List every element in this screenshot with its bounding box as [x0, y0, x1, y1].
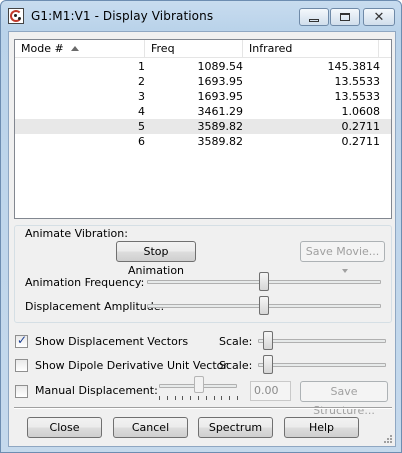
minimize-icon: [309, 18, 319, 22]
dipole-scale-track[interactable]: [258, 363, 386, 367]
mode-cell: 6: [138, 135, 145, 148]
infrared-cell: 1.0608: [341, 105, 381, 118]
slider-tick: [213, 396, 215, 400]
freq-cell: 1693.95: [197, 90, 244, 103]
show-displacement-checkbox[interactable]: ✓: [15, 333, 28, 348]
mode-cell: 2: [138, 75, 145, 88]
slider-tick: [166, 396, 168, 400]
freq-cell: 1693.95: [197, 75, 244, 88]
displacement-scale-track[interactable]: [258, 339, 386, 343]
window-title: G1:M1:V1 - Display Vibrations: [31, 9, 214, 23]
title-bar[interactable]: G1:M1:V1 - Display Vibrations ✕: [1, 1, 401, 31]
infrared-cell: 0.2711: [341, 120, 381, 133]
infrared-cell: 13.5533: [334, 90, 381, 103]
close-window-button[interactable]: ✕: [363, 8, 395, 26]
maximize-button[interactable]: [330, 8, 360, 26]
show-dipole-checkbox[interactable]: [15, 359, 28, 372]
slider-tick: [174, 396, 176, 400]
list-row[interactable]: 6 3589.82 0.2711: [15, 134, 391, 149]
displacement-amplitude-label: Displacement Amplitude:: [25, 300, 165, 313]
dipole-scale-label: Scale:: [219, 359, 253, 372]
help-button[interactable]: Help: [284, 417, 359, 438]
cancel-button[interactable]: Cancel: [113, 417, 188, 438]
checkmark-icon: ✓: [17, 333, 28, 347]
infrared-cell: 0.2711: [341, 135, 381, 148]
display-vibrations-window: G1:M1:V1 - Display Vibrations ✕ Mode # F…: [0, 0, 402, 453]
animate-vibration-label: Animate Vibration:: [23, 227, 130, 240]
dropdown-arrow-icon: [341, 269, 348, 273]
save-movie-label: Save Movie...: [305, 245, 380, 258]
show-dipole-label: Show Dipole Derivative Unit Vector: [35, 359, 228, 372]
maximize-icon: [340, 13, 350, 21]
list-row[interactable]: 4 3461.29 1.0608: [15, 104, 391, 119]
infrared-cell: 145.3814: [327, 60, 381, 73]
manual-displacement-label: Manual Displacement:: [35, 384, 158, 397]
slider-tick: [205, 396, 207, 400]
separator: [14, 407, 392, 409]
slider-tick: [198, 396, 199, 400]
list-row[interactable]: 5 3589.82 0.2711: [15, 119, 391, 134]
column-header-mode-label: Mode #: [21, 42, 64, 55]
stop-animation-button[interactable]: Stop Animation: [116, 241, 196, 277]
freq-cell: 3589.82: [197, 120, 244, 133]
freq-cell: 3589.82: [197, 135, 244, 148]
freq-cell: 3461.29: [197, 105, 244, 118]
slider-tick: [221, 396, 223, 400]
dialog-body: Mode # Freq Infrared 1 1089.54 145.3814 2 16…: [8, 31, 396, 447]
slider-tick: [237, 396, 238, 400]
list-header: Mode # Freq Infrared: [15, 40, 391, 58]
close-icon: ✕: [373, 9, 385, 25]
modes-list[interactable]: Mode # Freq Infrared 1 1089.54 145.3814 2 16…: [14, 39, 392, 219]
save-structure-button[interactable]: Save Structure...: [300, 381, 388, 417]
slider-tick: [159, 396, 160, 400]
displacement-amplitude-slider[interactable]: [259, 296, 269, 315]
show-displacement-label: Show Displacement Vectors: [35, 335, 189, 348]
spectrum-button[interactable]: Spectrum: [198, 417, 273, 438]
save-movie-button[interactable]: Save Movie...: [300, 241, 385, 273]
manual-displacement-checkbox[interactable]: [15, 385, 28, 398]
list-rows: 1 1089.54 145.3814 2 1693.95 13.5533 3 1693.95 1…: [15, 59, 391, 149]
slider-tick: [182, 396, 184, 400]
column-header-infrared[interactable]: Infrared: [243, 40, 379, 58]
displacement-scale-label: Scale:: [219, 335, 253, 348]
sort-ascending-icon: [71, 46, 79, 51]
mode-cell: 4: [138, 105, 145, 118]
column-header-mode[interactable]: Mode #: [15, 40, 145, 58]
dipole-scale-slider[interactable]: [263, 355, 273, 374]
freq-cell: 1089.54: [197, 60, 244, 73]
column-header-freq[interactable]: Freq: [145, 40, 243, 58]
mode-cell: 1: [138, 60, 145, 73]
column-header-freq-label: Freq: [151, 42, 175, 55]
animation-frequency-label: Animation Frequency:: [25, 276, 145, 289]
manual-displacement-slider[interactable]: [194, 376, 204, 393]
minimize-button[interactable]: [299, 8, 329, 26]
list-row[interactable]: 1 1089.54 145.3814: [15, 59, 391, 74]
manual-displacement-value[interactable]: 0.00: [250, 381, 291, 401]
column-header-infrared-label: Infrared: [249, 42, 293, 55]
list-row[interactable]: 2 1693.95 13.5533: [15, 74, 391, 89]
slider-tick: [190, 396, 192, 400]
resize-grip-icon[interactable]: [381, 432, 393, 444]
infrared-cell: 13.5533: [334, 75, 381, 88]
mode-cell: 5: [138, 120, 145, 133]
list-row[interactable]: 3 1693.95 13.5533: [15, 89, 391, 104]
close-button[interactable]: Close: [27, 417, 102, 438]
app-icon: [8, 8, 24, 24]
animation-frequency-slider[interactable]: [259, 272, 269, 291]
mode-cell: 3: [138, 90, 145, 103]
displacement-scale-slider[interactable]: [263, 331, 273, 350]
slider-tick: [229, 396, 231, 400]
